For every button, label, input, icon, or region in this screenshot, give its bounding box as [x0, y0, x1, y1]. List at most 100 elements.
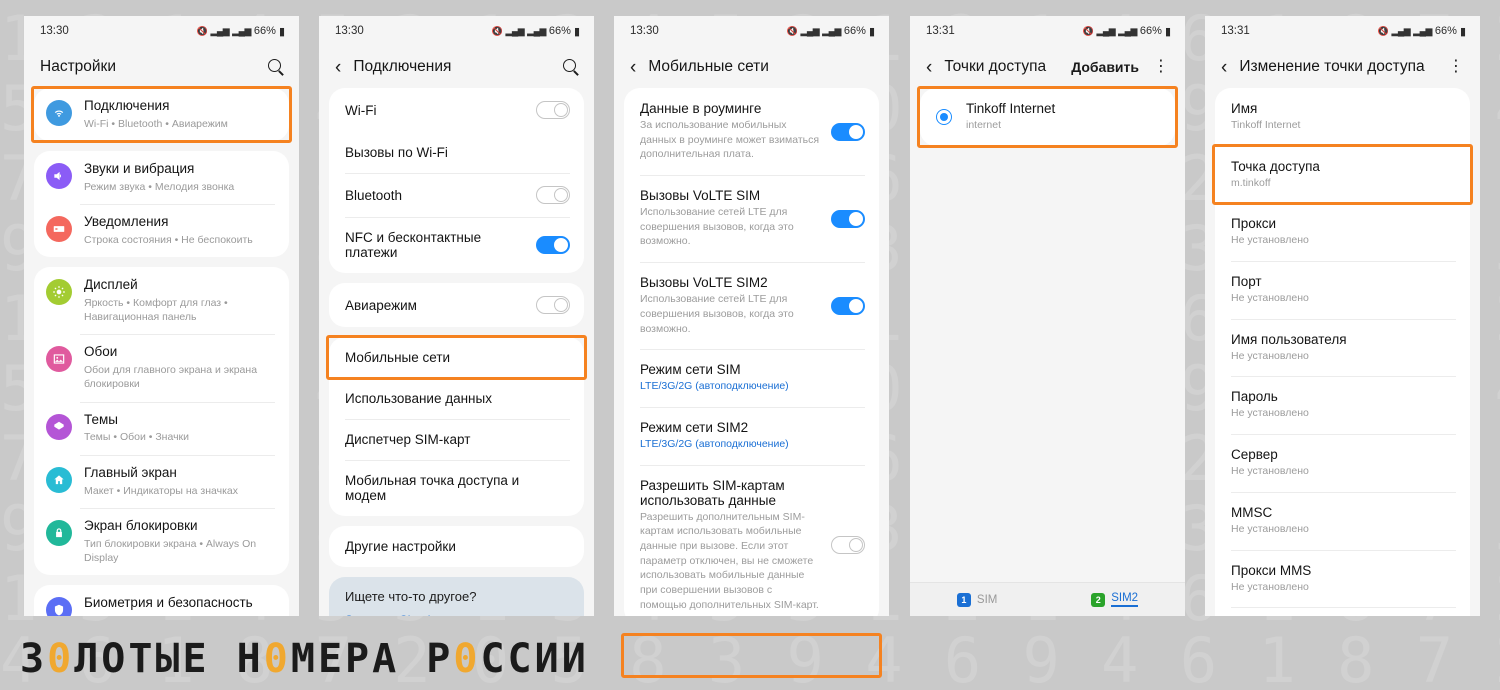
- link-list-heading: Ищете что-то другое?: [345, 589, 477, 604]
- row-label: Режим сети SIM2: [640, 419, 749, 435]
- settings-row[interactable]: Биометрия и безопасность Распознавание ли…: [34, 585, 289, 616]
- list-row[interactable]: Режим сети SIM LTE/3G/2G (автоподключение…: [624, 349, 879, 407]
- icon-palette-icon: [46, 413, 72, 440]
- toggle-knob: [849, 298, 863, 313]
- list-row[interactable]: Диспетчер SIM-карт: [329, 419, 584, 460]
- list-row[interactable]: NFC и бесконтактные платежи: [329, 217, 584, 273]
- list-row[interactable]: Использование данных: [329, 378, 584, 419]
- panel-scroll-area[interactable]: Данные в роуминге За использование мобиль…: [614, 88, 889, 616]
- sim-tab-sim[interactable]: 1 SIM: [956, 592, 998, 607]
- toggle-switch[interactable]: [536, 101, 570, 119]
- toggle-switch[interactable]: [831, 122, 865, 141]
- panel-scroll-area[interactable]: Wi-Fi Вызовы по Wi-Fi Bluetooth NFC и беско…: [319, 88, 594, 616]
- more-options-icon[interactable]: ⋮: [1151, 59, 1171, 75]
- settings-row[interactable]: Главный экран Макет • Индикаторы на значк…: [34, 454, 289, 508]
- list-row[interactable]: Авиарежим: [329, 283, 584, 327]
- list-row[interactable]: Wi-Fi: [329, 88, 584, 132]
- panel-scroll-area[interactable]: Tinkoff Internet internet: [910, 88, 1185, 616]
- signal-icon-2: ▂▄▆: [1118, 25, 1137, 36]
- toggle-switch[interactable]: [536, 296, 570, 314]
- status-time: 13:31: [926, 25, 955, 37]
- back-icon[interactable]: ‹: [926, 58, 932, 77]
- search-icon[interactable]: [267, 58, 285, 76]
- settings-row-title: Дисплей: [84, 277, 138, 293]
- signal-icon: ▂▄▆: [1096, 25, 1116, 36]
- settings-row[interactable]: Звуки и вибрация Режим звука • Мелодия зв…: [34, 151, 289, 204]
- apn-field-row[interactable]: Порт MMSНе установлено: [1215, 607, 1470, 616]
- apn-field-row[interactable]: Прокси MMS Не установлено: [1215, 549, 1470, 608]
- link-item[interactable]: Samsung Cloud: [345, 613, 568, 616]
- apn-field-row[interactable]: Точка доступа m.tinkoff: [1215, 145, 1470, 204]
- settings-row-subtitle: Wi-Fi • Bluetooth • Авиарежим: [84, 117, 228, 130]
- list-row[interactable]: Режим сети SIM2 LTE/3G/2G (автоподключени…: [624, 406, 879, 465]
- settings-row[interactable]: Темы Темы • Обои • Значки: [34, 401, 289, 455]
- apn-field-value: Не установлено: [1231, 407, 1309, 420]
- row-text: Wi-Fi: [345, 103, 536, 118]
- row-sublabel: LTE/3G/2G (автоподключение): [640, 437, 789, 450]
- back-icon[interactable]: ‹: [335, 58, 341, 77]
- settings-row-title: Темы: [84, 411, 118, 427]
- toggle-switch[interactable]: [831, 209, 865, 228]
- toggle-knob: [554, 238, 568, 252]
- status-icons: 🔇 ▂▄▆ ▂▄▆ 66% ▮: [197, 25, 285, 38]
- watermark-text: ЛОТЫЕ Н: [74, 636, 264, 682]
- panel-scroll-area[interactable]: Подключения Wi-Fi • Bluetooth • Авиарежим…: [24, 88, 299, 616]
- apn-field-row[interactable]: MMSC Не установлено: [1215, 491, 1470, 550]
- list-row[interactable]: Bluetooth: [329, 173, 584, 217]
- row-label: Вызовы VoLTE SIM2: [640, 275, 768, 291]
- search-icon[interactable]: [562, 58, 580, 76]
- sim-tab-label: SIM: [976, 593, 998, 606]
- toggle-switch[interactable]: [831, 535, 865, 554]
- row-label: Использование данных: [345, 391, 492, 406]
- list-row[interactable]: Мобильные сети: [329, 337, 584, 378]
- battery-label: 66%: [1139, 25, 1162, 37]
- icon-wifi-icon: [46, 100, 72, 126]
- settings-group-card: Дисплей Яркость • Комфорт для глаз • Нави…: [34, 267, 289, 575]
- apn-field-label: MMSC: [1231, 504, 1273, 520]
- settings-group-card: Биометрия и безопасность Распознавание ли…: [34, 584, 289, 616]
- toggle-switch[interactable]: [831, 296, 865, 315]
- toggle-knob: [849, 537, 863, 552]
- sim-tab-sim2[interactable]: 2 SIM2: [1091, 592, 1139, 607]
- list-row[interactable]: Вызовы VoLTE SIM2 Использование сетей LTE…: [624, 262, 879, 349]
- settings-row[interactable]: Обои Обои для главного экрана и экрана бл…: [34, 334, 289, 401]
- settings-row[interactable]: Уведомления Строка состояния • Не беспоко…: [34, 204, 289, 257]
- list-row[interactable]: Разрешить SIM-картам использовать данные…: [624, 464, 879, 616]
- signal-icon: ▂▄▆: [210, 25, 230, 36]
- settings-row[interactable]: Экран блокировки Тип блокировки экрана • …: [34, 507, 289, 575]
- toggle-switch[interactable]: [536, 236, 570, 254]
- settings-row-subtitle: Темы • Обои • Значки: [84, 431, 190, 444]
- back-icon[interactable]: ‹: [630, 58, 636, 77]
- list-row[interactable]: Вызовы VoLTE SIM Использование сетей LTE …: [624, 175, 879, 262]
- status-time: 13:30: [40, 25, 69, 37]
- list-row[interactable]: Другие настройки: [329, 526, 584, 567]
- apn-row[interactable]: Tinkoff Internet internet: [920, 88, 1175, 146]
- panel-scroll-area[interactable]: Имя Tinkoff Internet Точка доступа m.tinkof…: [1205, 88, 1480, 616]
- apn-field-row[interactable]: Сервер Не установлено: [1215, 434, 1470, 492]
- settings-row[interactable]: Дисплей Яркость • Комфорт для глаз • Нави…: [34, 267, 289, 334]
- apn-radio-button[interactable]: [936, 108, 952, 125]
- list-row[interactable]: Данные в роуминге За использование мобиль…: [624, 88, 879, 175]
- apn-field-row[interactable]: Порт Не установлено: [1215, 261, 1470, 319]
- row-text: Авиарежим: [345, 298, 536, 313]
- apn-field-value: Не установлено: [1231, 349, 1309, 362]
- list-row[interactable]: Вызовы по Wi-Fi: [329, 132, 584, 173]
- add-apn-button[interactable]: Добавить: [1071, 59, 1139, 75]
- battery-icon: ▮: [573, 25, 580, 38]
- apn-field-row[interactable]: Пароль Не установлено: [1215, 376, 1470, 434]
- settings-row-text: Звуки и вибрация Режим звука • Мелодия зв…: [84, 161, 275, 194]
- page-title: Изменение точки доступа: [1239, 58, 1425, 75]
- row-label: Разрешить SIM-картам использовать данные: [640, 477, 785, 508]
- settings-row[interactable]: Подключения Wi-Fi • Bluetooth • Авиарежим: [34, 88, 289, 141]
- list-row[interactable]: Мобильная точка доступа и модем: [329, 460, 584, 516]
- apn-field-row[interactable]: Имя пользователя Не установлено: [1215, 318, 1470, 377]
- back-icon[interactable]: ‹: [1221, 58, 1227, 77]
- more-options-icon[interactable]: ⋮: [1446, 59, 1466, 75]
- apn-field-row[interactable]: Имя Tinkoff Internet: [1215, 88, 1470, 146]
- toggle-switch[interactable]: [536, 186, 570, 204]
- status-bar: 13:30 🔇 ▂▄▆ ▂▄▆ 66% ▮: [614, 16, 889, 46]
- apn-field-text: Порт Не установлено: [1231, 274, 1456, 306]
- apn-name: Tinkoff Internet: [966, 101, 1056, 116]
- apn-field-row[interactable]: Прокси Не установлено: [1215, 203, 1470, 261]
- row-label: Режим сети SIM: [640, 362, 741, 378]
